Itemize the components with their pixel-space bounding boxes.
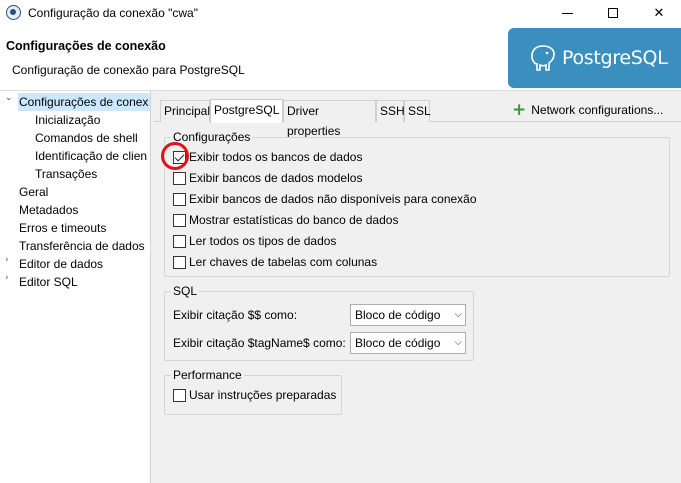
tree-item-label: Editor de dados — [19, 257, 104, 271]
header-subtitle: Configuração de conexão para PostgreSQL — [12, 63, 245, 77]
chevron-down-icon: ⌵ — [454, 309, 462, 320]
highlight-circle-annotation — [161, 142, 189, 170]
group-sql: SQL Exibir citação $$ como: Bloco de cód… — [164, 283, 474, 361]
minimize-icon — [561, 12, 573, 14]
tree-item-label: Comandos de shell — [35, 131, 138, 145]
chevron-down-icon: ⌵ — [454, 337, 462, 348]
tab-postgresql[interactable]: PostgreSQL — [210, 99, 283, 123]
tab-driver-properties[interactable]: Driver properties — [283, 100, 376, 138]
tree-item-label: Transferência de dados — [19, 239, 145, 253]
tab-label: SSL — [408, 104, 431, 118]
tab-principal[interactable]: Principal — [160, 100, 210, 122]
checkbox-label: Exibir bancos de dados não disponíveis p… — [189, 192, 477, 206]
tree-item-inicializacao[interactable]: Inicialização — [35, 111, 100, 129]
checkbox-label: Exibir bancos de dados modelos — [189, 171, 363, 185]
close-button[interactable]: ✕ — [636, 0, 681, 26]
plus-icon: + — [512, 100, 527, 120]
window-title: Configuração da conexão "cwa" — [28, 6, 198, 20]
tree-item-configuracoes-de-conexao[interactable]: Configurações de conex — [18, 93, 150, 111]
tree-item-metadados[interactable]: Metadados — [19, 201, 78, 219]
network-configurations-label: Network configurations... — [531, 103, 664, 117]
network-configurations-button[interactable]: + Network configurations... — [512, 100, 663, 120]
checkbox-label: Ler chaves de tabelas com colunas — [189, 255, 378, 269]
tab-ssh[interactable]: SSH — [376, 100, 405, 122]
group-configuracoes: Configurações Exibir todos os bancos de … — [164, 129, 670, 277]
settings-content: Principal PostgreSQL Driver properties S… — [154, 91, 681, 483]
select-value: Bloco de código — [355, 336, 441, 350]
tree-item-label: Configurações de conex — [19, 95, 149, 109]
checkbox[interactable] — [173, 389, 186, 402]
group-legend: SQL — [171, 283, 200, 299]
chevron-right-icon[interactable]: › — [5, 255, 15, 273]
group-legend: Performance — [171, 367, 244, 383]
tree-item-comandos-de-shell[interactable]: Comandos de shell — [35, 129, 138, 147]
checkbox[interactable] — [173, 214, 186, 227]
chevron-right-icon[interactable]: › — [5, 273, 15, 291]
tree-item-editor-sql[interactable]: Editor SQL — [19, 273, 78, 291]
tree-item-label: Transações — [35, 167, 98, 181]
app-icon — [6, 5, 21, 20]
close-icon: ✕ — [653, 5, 665, 21]
tab-label: Principal — [164, 104, 211, 118]
tree-item-label: Erros e timeouts — [19, 221, 107, 235]
settings-tree: Configurações de conex ⌄ Inicialização C… — [0, 91, 150, 483]
tab-label: Driver properties — [287, 104, 341, 138]
minimize-button[interactable] — [544, 0, 590, 26]
checkbox-label: Mostrar estatísticas do banco de dados — [189, 213, 399, 227]
group-legend: Configurações — [171, 129, 253, 145]
tree-item-label: Identificação de clien — [35, 149, 148, 163]
tree-item-identificacao-de-cliente[interactable]: Identificação de clien — [35, 147, 147, 165]
postgresql-banner: PostgreSQL — [508, 28, 681, 88]
tree-item-transacoes[interactable]: Transações — [35, 165, 97, 183]
chevron-down-icon[interactable]: ⌄ — [5, 93, 15, 111]
tree-item-geral[interactable]: Geral — [19, 183, 48, 201]
postgresql-logo-text: PostgreSQL — [562, 47, 668, 69]
title-bar: Configuração da conexão "cwa" ✕ — [0, 0, 681, 26]
select-citacao-dollar[interactable]: Bloco de código ⌵ — [350, 304, 466, 326]
maximize-icon — [608, 8, 618, 18]
tree-item-transferencia-de-dados[interactable]: Transferência de dados — [19, 237, 145, 255]
checkbox[interactable] — [173, 193, 186, 206]
checkbox-label: Ler todos os tipos de dados — [189, 234, 337, 248]
select-citacao-tagname[interactable]: Bloco de código ⌵ — [350, 332, 466, 354]
maximize-button[interactable] — [590, 0, 636, 26]
elephant-icon — [531, 45, 555, 71]
header-title: Configurações de conexão — [6, 39, 166, 53]
checkbox[interactable] — [173, 172, 186, 185]
tree-item-label: Metadados — [19, 203, 79, 217]
field-label-citacao-dollar: Exibir citação $$ como: — [173, 308, 298, 322]
select-value: Bloco de código — [355, 308, 441, 322]
tab-ssl[interactable]: SSL — [404, 100, 431, 122]
tree-item-label: Editor SQL — [19, 275, 78, 289]
tree-item-label: Inicialização — [35, 113, 101, 127]
tab-label: PostgreSQL — [214, 103, 280, 117]
checkbox-label: Usar instruções preparadas — [189, 388, 337, 402]
checkbox-label: Exibir todos os bancos de dados — [189, 150, 363, 164]
group-performance: Performance Usar instruções preparadas — [164, 367, 342, 415]
tab-label: SSH — [380, 104, 405, 118]
checkbox[interactable] — [173, 256, 186, 269]
checkbox[interactable] — [173, 235, 186, 248]
dialog-header: Configurações de conexão Configuração de… — [0, 26, 681, 90]
tree-item-erros-e-timeouts[interactable]: Erros e timeouts — [19, 219, 106, 237]
tree-item-editor-de-dados[interactable]: Editor de dados — [19, 255, 103, 273]
field-label-citacao-tagname: Exibir citação $tagName$ como: — [173, 336, 346, 350]
tree-item-label: Geral — [19, 185, 49, 199]
